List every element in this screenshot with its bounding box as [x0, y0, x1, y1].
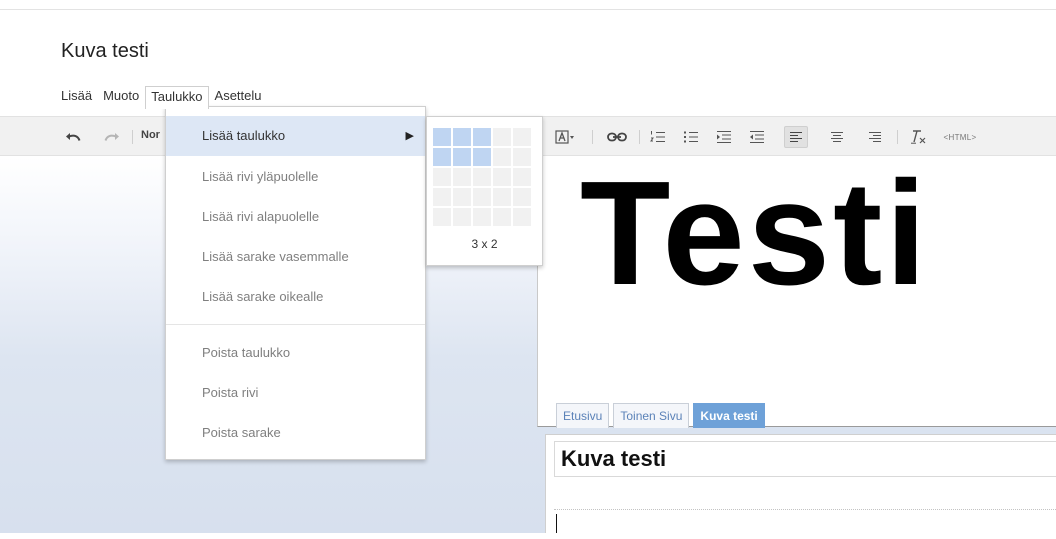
table-size-grid [433, 128, 531, 226]
align-left-icon[interactable] [784, 126, 808, 148]
undo-icon[interactable] [64, 128, 82, 146]
align-right-icon[interactable] [866, 128, 884, 146]
menu-item-delete-column[interactable]: Poista sarake [166, 413, 425, 453]
table-size-cell[interactable] [513, 188, 531, 206]
menu-item-insert-table[interactable]: Lisää taulukko ▶ [166, 116, 425, 156]
menu-asettelu[interactable]: Asettelu [210, 86, 267, 106]
page-tabs: Etusivu Toinen Sivu Kuva testi [556, 402, 769, 428]
numbered-list-icon[interactable] [649, 128, 667, 146]
table-size-cell[interactable] [453, 148, 471, 166]
table-size-cell[interactable] [473, 148, 491, 166]
table-size-cell[interactable] [493, 188, 511, 206]
table-size-cell[interactable] [493, 208, 511, 226]
menu-muoto[interactable]: Muoto [98, 86, 144, 106]
table-size-cell[interactable] [513, 168, 531, 186]
menu-lisaa[interactable]: Lisää [61, 86, 97, 106]
menu-item-delete-row[interactable]: Poista rivi [166, 373, 425, 413]
link-icon[interactable] [606, 128, 628, 146]
menu-item-insert-row-above[interactable]: Lisää rivi yläpuolelle [166, 157, 425, 197]
table-size-cell[interactable] [453, 168, 471, 186]
toolbar-separator [592, 130, 593, 144]
top-divider [0, 9, 1056, 10]
table-size-label: 3 x 2 [471, 237, 498, 251]
editor-area: Kuva testi [545, 434, 1056, 533]
preview-heading: Testi [580, 151, 930, 316]
menu-item-insert-column-left[interactable]: Lisää sarake vasemmalle [166, 237, 425, 277]
submenu-arrow-icon: ▶ [405, 130, 414, 142]
table-size-cell[interactable] [513, 148, 531, 166]
table-size-cell[interactable] [473, 188, 491, 206]
menu-item-insert-row-below[interactable]: Lisää rivi alapuolelle [166, 197, 425, 237]
table-size-picker: 3 x 2 [426, 116, 543, 266]
clear-formatting-icon[interactable] [907, 128, 929, 146]
toolbar-separator [897, 130, 898, 144]
menu-taulukko[interactable]: Taulukko [145, 85, 209, 109]
toolbar-separator [132, 130, 133, 144]
table-size-cell[interactable] [493, 128, 511, 146]
align-center-icon[interactable] [828, 128, 846, 146]
menu-bar: Lisää Muoto Taulukko Asettelu [61, 85, 268, 109]
table-size-cell[interactable] [473, 208, 491, 226]
outdent-icon[interactable] [748, 128, 766, 146]
tab-kuva-testi[interactable]: Kuva testi [693, 403, 765, 428]
table-size-cell[interactable] [513, 128, 531, 146]
table-size-cell[interactable] [453, 208, 471, 226]
table-size-cell[interactable] [433, 168, 451, 186]
page-title: Kuva testi [61, 40, 149, 62]
table-size-cell[interactable] [493, 168, 511, 186]
table-size-cell[interactable] [493, 148, 511, 166]
table-size-cell[interactable] [453, 188, 471, 206]
table-size-cell[interactable] [453, 128, 471, 146]
table-size-cell[interactable] [433, 208, 451, 226]
table-menu: Lisää taulukko ▶ Lisää rivi yläpuolelle … [165, 106, 426, 460]
page-preview: Testi [537, 151, 1056, 427]
toolbar-separator [639, 130, 640, 144]
menu-item-label: Lisää taulukko [202, 128, 286, 143]
tab-toinen-sivu[interactable]: Toinen Sivu [613, 403, 690, 428]
tab-etusivu[interactable]: Etusivu [556, 403, 610, 428]
table-size-cell[interactable] [473, 128, 491, 146]
table-size-cell[interactable] [433, 188, 451, 206]
table-size-cell[interactable] [433, 148, 451, 166]
content-editor[interactable] [554, 509, 1056, 539]
html-mode-button[interactable]: <HTML> [942, 128, 978, 146]
redo-icon[interactable] [103, 128, 121, 146]
table-size-cell[interactable] [513, 208, 531, 226]
menu-item-insert-column-right[interactable]: Lisää sarake oikealle [166, 277, 425, 317]
menu-separator [166, 324, 425, 325]
title-input[interactable]: Kuva testi [554, 441, 1056, 477]
table-size-cell[interactable] [433, 128, 451, 146]
format-select[interactable]: Nor [141, 129, 160, 141]
table-size-cell[interactable] [473, 168, 491, 186]
bullet-list-icon[interactable] [682, 128, 700, 146]
menu-item-delete-table[interactable]: Poista taulukko [166, 333, 425, 373]
text-caret [556, 514, 557, 533]
font-color-icon[interactable] [554, 128, 576, 146]
indent-icon[interactable] [715, 128, 733, 146]
